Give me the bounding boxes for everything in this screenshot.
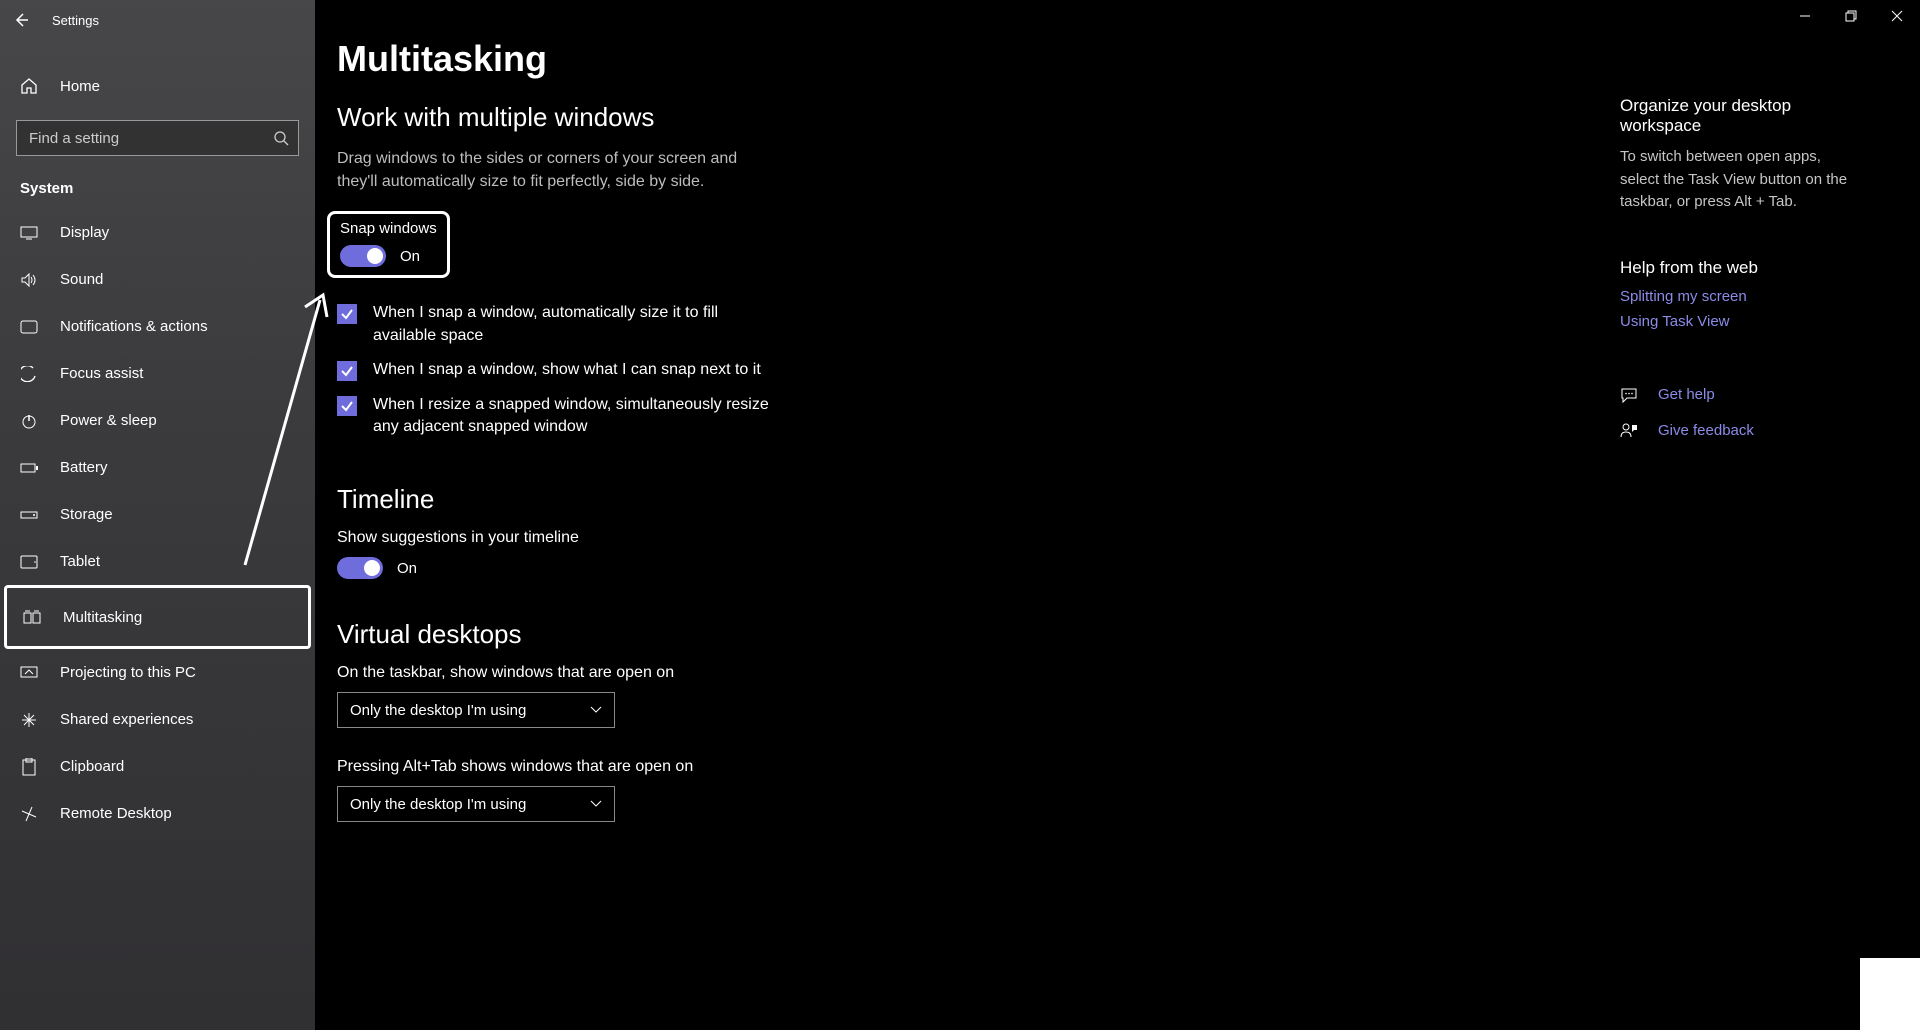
snap-check-2-label: When I snap a window, show what I can sn… (373, 359, 761, 381)
nav-label: Remote Desktop (60, 805, 172, 822)
snap-toggle-state: On (400, 248, 420, 265)
nav-label: Power & sleep (60, 412, 157, 429)
nav-label: Tablet (60, 553, 100, 570)
sound-icon (20, 272, 38, 288)
home-label: Home (60, 78, 100, 95)
snap-check-2[interactable] (337, 361, 357, 381)
nav-label: Projecting to this PC (60, 664, 196, 681)
aside-heading-organize: Organize your desktop workspace (1620, 96, 1860, 136)
sidebar-item-storage[interactable]: Storage (0, 491, 315, 538)
nav-label: Sound (60, 271, 103, 288)
dropdown-value: Only the desktop I'm using (350, 796, 526, 813)
display-icon (20, 226, 38, 240)
snap-windows-setting: Snap windows On (327, 211, 450, 278)
give-feedback-link[interactable]: Give feedback (1620, 422, 1860, 440)
remote-desktop-icon (20, 806, 38, 822)
virtual-alttab-dropdown[interactable]: Only the desktop I'm using (337, 786, 615, 822)
sidebar-item-sound[interactable]: Sound (0, 256, 315, 303)
timeline-toggle[interactable] (337, 557, 383, 579)
tablet-icon (20, 555, 38, 569)
section-heading-snap: Work with multiple windows (337, 102, 1217, 133)
storage-icon (20, 509, 38, 521)
aside-panel: Organize your desktop workspace To switc… (1620, 96, 1860, 440)
snap-check-1-label: When I snap a window, automatically size… (373, 302, 777, 347)
close-button[interactable] (1874, 0, 1920, 32)
get-help-link[interactable]: Get help (1620, 386, 1860, 404)
nav-label: Clipboard (60, 758, 124, 775)
give-feedback-label: Give feedback (1658, 422, 1754, 439)
snap-check-3[interactable] (337, 396, 357, 416)
chevron-down-icon (590, 800, 602, 808)
sidebar-item-tablet[interactable]: Tablet (0, 538, 315, 585)
projecting-icon (20, 666, 38, 680)
virtual-taskbar-label: On the taskbar, show windows that are op… (337, 664, 1217, 682)
search-input[interactable] (16, 120, 299, 156)
app-title: Settings (52, 13, 99, 28)
sidebar-item-projecting[interactable]: Projecting to this PC (0, 649, 315, 696)
back-button[interactable] (12, 11, 30, 29)
snap-windows-toggle[interactable] (340, 245, 386, 267)
link-task-view[interactable]: Using Task View (1620, 313, 1860, 330)
timeline-toggle-state: On (397, 560, 417, 577)
maximize-button[interactable] (1828, 0, 1874, 32)
sidebar: Settings Home System Display (0, 0, 315, 1030)
nav-label: Focus assist (60, 365, 143, 382)
battery-icon (20, 462, 38, 474)
sidebar-item-battery[interactable]: Battery (0, 444, 315, 491)
home-icon (20, 77, 38, 95)
get-help-label: Get help (1658, 386, 1715, 403)
section-heading-virtual: Virtual desktops (337, 619, 1217, 650)
shared-icon (20, 712, 38, 728)
link-splitting-screen[interactable]: Splitting my screen (1620, 288, 1860, 305)
chat-icon (1620, 386, 1638, 404)
snap-description: Drag windows to the sides or corners of … (337, 147, 757, 193)
dropdown-value: Only the desktop I'm using (350, 702, 526, 719)
notifications-icon (20, 320, 38, 334)
page-title: Multitasking (337, 38, 1217, 80)
sidebar-item-power-sleep[interactable]: Power & sleep (0, 397, 315, 444)
snap-check-3-label: When I resize a snapped window, simultan… (373, 394, 777, 439)
aside-text-organize: To switch between open apps, select the … (1620, 146, 1860, 214)
snap-toggle-label: Snap windows (340, 220, 437, 237)
sidebar-item-display[interactable]: Display (0, 209, 315, 256)
sidebar-item-multitasking[interactable]: Multitasking (4, 585, 311, 649)
timeline-label: Show suggestions in your timeline (337, 529, 1217, 547)
nav-label: Shared experiences (60, 711, 193, 728)
sidebar-item-notifications[interactable]: Notifications & actions (0, 303, 315, 350)
sidebar-item-clipboard[interactable]: Clipboard (0, 743, 315, 790)
nav-label: Multitasking (63, 609, 142, 626)
nav-label: Battery (60, 459, 108, 476)
chevron-down-icon (590, 706, 602, 714)
virtual-alttab-label: Pressing Alt+Tab shows windows that are … (337, 758, 1217, 776)
nav-label: Display (60, 224, 109, 241)
focus-assist-icon (20, 366, 38, 382)
multitasking-icon (23, 610, 41, 624)
aside-heading-help-web: Help from the web (1620, 258, 1860, 278)
snap-check-1[interactable] (337, 304, 357, 324)
decorative-square (1860, 958, 1920, 1030)
nav-label: Notifications & actions (60, 318, 208, 335)
virtual-taskbar-dropdown[interactable]: Only the desktop I'm using (337, 692, 615, 728)
sidebar-item-remote-desktop[interactable]: Remote Desktop (0, 790, 315, 837)
nav-label: Storage (60, 506, 113, 523)
category-label: System (0, 156, 315, 209)
sidebar-item-shared-experiences[interactable]: Shared experiences (0, 696, 315, 743)
section-heading-timeline: Timeline (337, 484, 1217, 515)
power-icon (20, 413, 38, 429)
clipboard-icon (20, 758, 38, 776)
minimize-button[interactable] (1782, 0, 1828, 32)
home-nav[interactable]: Home (0, 62, 315, 110)
feedback-icon (1620, 422, 1638, 440)
sidebar-item-focus-assist[interactable]: Focus assist (0, 350, 315, 397)
